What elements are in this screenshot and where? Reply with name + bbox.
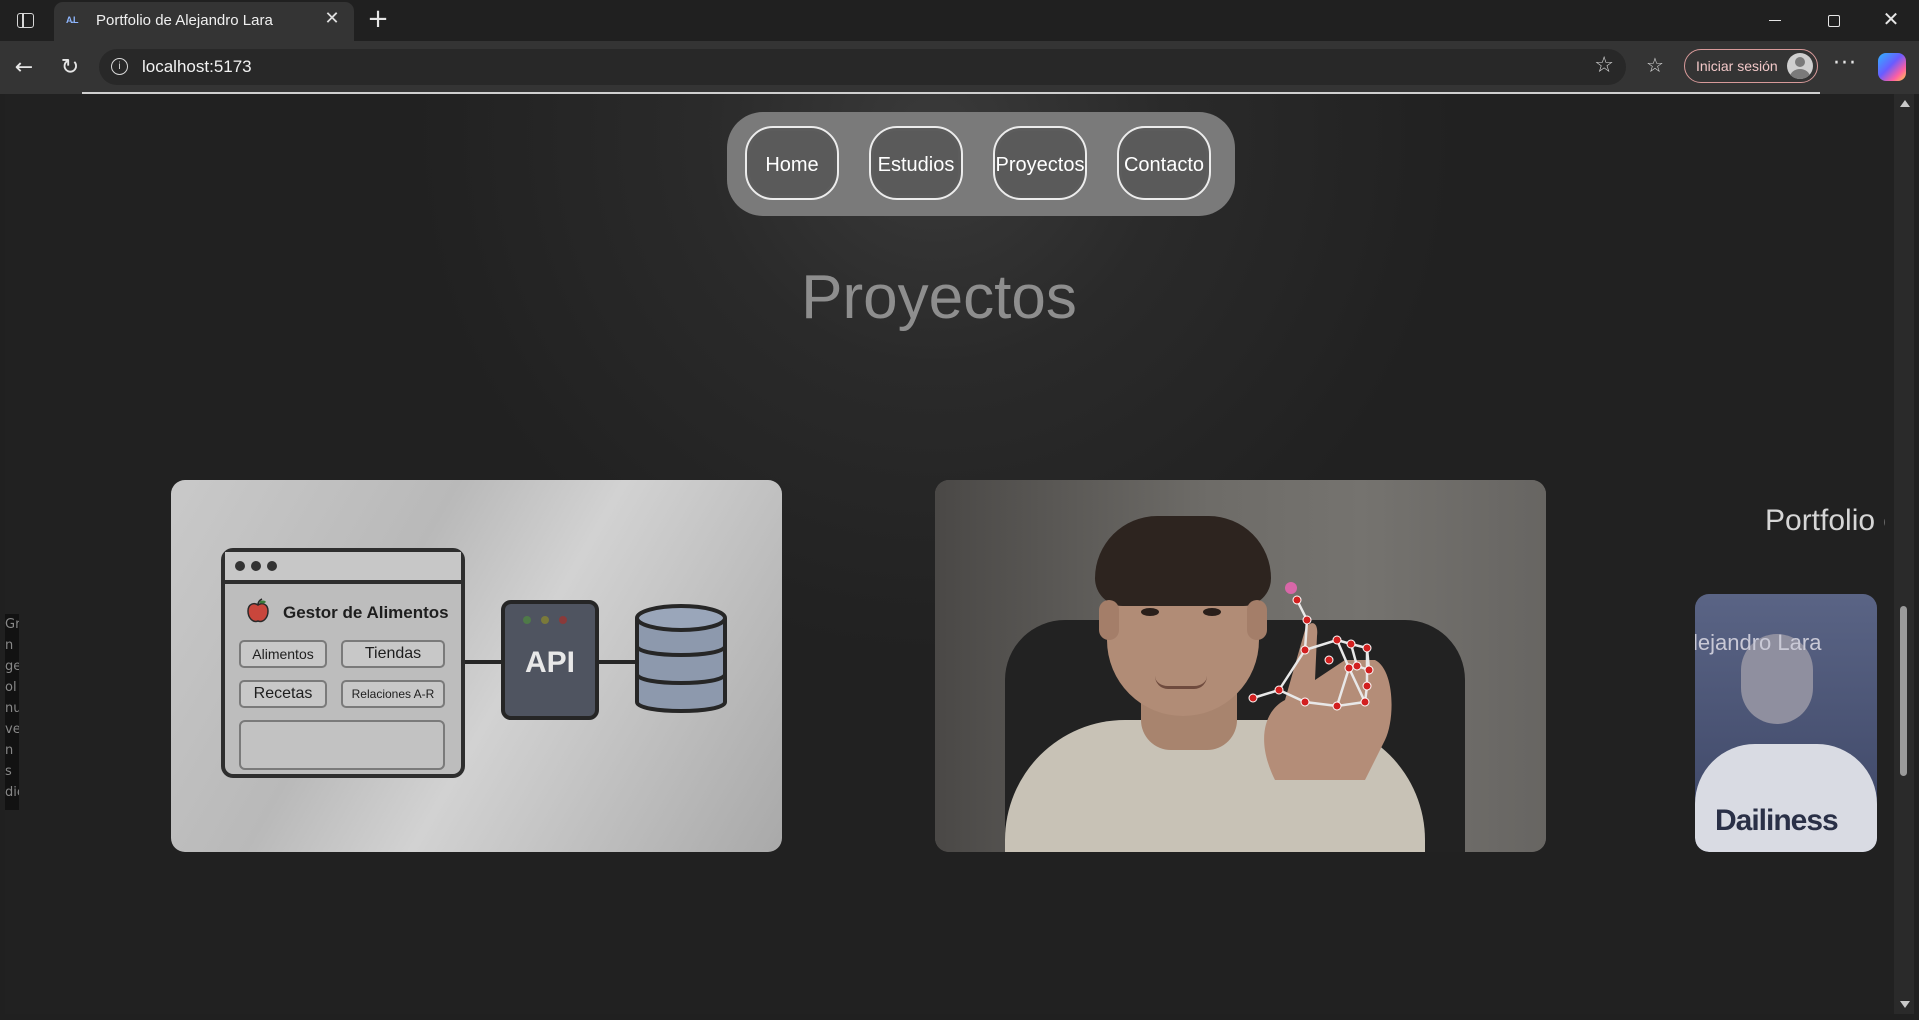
portfolio-overlay-text: lejandro Lara	[1695, 630, 1822, 655]
chip-recetas: Recetas	[239, 680, 327, 708]
vertical-scrollbar[interactable]	[1894, 94, 1914, 1014]
photo-ear	[1099, 600, 1119, 640]
portfolio-card-title: Portfolio d	[1765, 504, 1885, 537]
chip-relaciones: Relaciones A-R	[341, 680, 445, 708]
window-titlebar	[225, 552, 461, 584]
site-info-icon[interactable]: i	[111, 58, 128, 75]
main-nav: Home Estudios Proyectos Contacto	[727, 112, 1235, 216]
project-card-gestor-alimentos[interactable]: Gestor de Alimentos Alimentos Tiendas Re…	[171, 480, 782, 852]
reload-icon[interactable]: ↻	[56, 54, 84, 82]
shirt-logo: Dailiness	[1715, 804, 1839, 837]
nav-proyectos-button[interactable]: Proyectos	[993, 126, 1087, 200]
browser-toolbar: ← ↻ i localhost:5173 ☆ ☆ Iniciar sesión …	[0, 41, 1919, 94]
favorites-icon[interactable]: ☆	[1646, 53, 1664, 77]
favicon-icon: A.L	[66, 15, 78, 25]
profile-avatar-icon	[1787, 53, 1813, 79]
connector-line	[465, 660, 501, 664]
app-title: Gestor de Alimentos	[283, 603, 449, 622]
restore-icon[interactable]	[1813, 8, 1853, 32]
app-window-diagram: Gestor de Alimentos Alimentos Tiendas Re…	[221, 548, 465, 778]
close-tab-icon[interactable]: ✕	[322, 9, 342, 29]
api-server-box: API	[501, 600, 599, 720]
signin-button[interactable]: Iniciar sesión	[1684, 49, 1818, 83]
portfolio-preview-image: Dailiness lejandro Lara	[1695, 594, 1877, 852]
signin-label: Iniciar sesión	[1696, 58, 1778, 74]
minimize-icon[interactable]	[1755, 8, 1795, 32]
tab-title: Portfolio de Alejandro Lara	[96, 12, 273, 29]
chip-tiendas: Tiendas	[341, 640, 445, 668]
page-viewport: Home Estudios Proyectos Contacto Proyect…	[5, 94, 1894, 1014]
close-window-icon[interactable]: ✕	[1871, 8, 1911, 32]
scroll-down-icon[interactable]	[1900, 1001, 1910, 1008]
nav-contacto-button[interactable]: Contacto	[1117, 126, 1211, 200]
tab-actions-icon[interactable]	[12, 9, 38, 31]
favorite-star-icon[interactable]: ☆	[1594, 53, 1614, 78]
scroll-up-icon[interactable]	[1900, 100, 1910, 107]
previous-slide-peek[interactable]: Gr n ge ol nu ve n s die	[5, 614, 19, 810]
nav-estudios-button[interactable]: Estudios	[869, 126, 963, 200]
back-icon[interactable]: ←	[10, 54, 38, 82]
address-bar[interactable]: i localhost:5173 ☆	[99, 49, 1626, 85]
browser-tab-bar: A.L Portfolio de Alejandro Lara ✕ + ✕	[0, 0, 1919, 41]
photo-eye	[1141, 608, 1159, 616]
scrollbar-thumb[interactable]	[1900, 606, 1907, 776]
browser-tab[interactable]: A.L Portfolio de Alejandro Lara ✕	[54, 2, 354, 41]
hand-landmarks-overlay	[1248, 582, 1392, 780]
nav-home-button[interactable]: Home	[745, 126, 839, 200]
project-card-hand-tracking[interactable]	[935, 480, 1546, 852]
content-area	[239, 720, 445, 770]
photo-mouth	[1155, 676, 1207, 689]
api-label: API	[524, 646, 575, 679]
page-title: Proyectos	[801, 263, 1077, 332]
connector-line	[599, 660, 635, 664]
chip-alimentos: Alimentos	[239, 640, 327, 668]
apple-icon	[247, 598, 269, 623]
database-icon	[635, 604, 727, 713]
more-options-icon[interactable]: ···	[1833, 51, 1857, 76]
url-text[interactable]: localhost:5173	[142, 57, 252, 77]
photo-eye	[1203, 608, 1221, 616]
copilot-icon[interactable]	[1878, 53, 1906, 81]
project-card-portfolio[interactable]: Portfolio d Dailiness lejandro Lara	[1695, 494, 1885, 852]
new-tab-icon[interactable]: +	[364, 6, 392, 34]
